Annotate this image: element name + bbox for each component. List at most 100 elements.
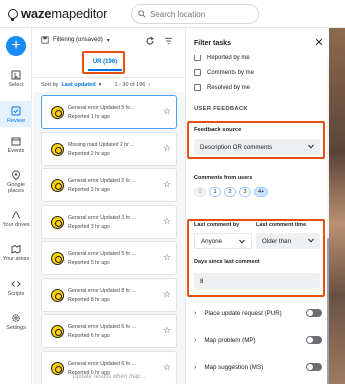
drawer-header: Filter tasks	[186, 28, 329, 58]
chip-4-plus[interactable]: 4+	[254, 187, 269, 197]
star-icon[interactable]: ☆	[163, 325, 171, 336]
pur-toggle[interactable]	[306, 309, 322, 317]
general-error-pin-icon	[51, 215, 64, 229]
update-results-note[interactable]: Update results when map...	[33, 374, 185, 380]
checkbox[interactable]	[194, 84, 201, 91]
chevron-down-icon	[308, 144, 314, 149]
star-icon[interactable]: ☆	[163, 106, 171, 117]
mp-toggle[interactable]	[306, 336, 322, 344]
ms-toggle[interactable]	[306, 363, 322, 371]
google-places-icon	[11, 170, 21, 180]
general-error-pin-icon	[51, 361, 64, 375]
checkbox-reported-by-me[interactable]: Reported by me	[194, 55, 250, 61]
close-icon[interactable]	[315, 38, 323, 46]
last-comment-by-label: Last comment by	[194, 222, 240, 228]
missing-road-pin-icon	[51, 142, 64, 156]
save-filter-icon	[41, 36, 49, 44]
rail-item-events[interactable]: Events	[0, 136, 32, 158]
review-icon	[11, 106, 21, 116]
star-icon[interactable]: ☆	[163, 143, 171, 154]
toggle-row-ms[interactable]: › Map suggestion (MS)	[194, 358, 326, 376]
star-icon[interactable]: ☆	[163, 289, 171, 300]
star-icon[interactable]: ☆	[163, 252, 171, 263]
comments-from-users-label: Comments from users	[194, 175, 253, 181]
toggle-row-mp[interactable]: › Map problem (MP)	[194, 331, 326, 349]
list-item[interactable]: General error Updated 5 hr... Reported 1…	[41, 95, 177, 129]
general-error-pin-icon	[51, 252, 64, 265]
checkbox[interactable]	[194, 69, 201, 76]
sort-prefix: Sort by	[41, 82, 59, 88]
section-user-feedback: USER FEEDBACK	[194, 106, 248, 112]
gear-icon	[12, 314, 20, 322]
list-item[interactable]: Missing road Updated 2 hr ... Reported 2…	[41, 131, 177, 166]
rail-item-google-places[interactable]: Google places	[0, 170, 32, 198]
chevron-down-icon	[239, 239, 245, 244]
waze-logo-icon	[8, 8, 18, 21]
list-item[interactable]: General error Updated 5 hr ... Reported …	[41, 241, 177, 275]
range-text: 1 - 30 of 196	[114, 82, 146, 88]
general-error-pin-icon	[51, 106, 64, 119]
chip-1[interactable]: 1	[209, 187, 221, 197]
search-placeholder: Search location	[150, 9, 206, 19]
feedback-source-select[interactable]: Description OR comments	[194, 139, 320, 155]
brand-text: wazemapeditor	[21, 6, 108, 21]
chip-0[interactable]: 0	[194, 187, 206, 197]
refresh-icon[interactable]	[145, 36, 155, 46]
star-icon[interactable]: ☆	[163, 216, 171, 227]
rail-item-settings[interactable]: Settings	[0, 313, 32, 335]
chevron-right-icon: ›	[194, 363, 197, 371]
panel-header: Filtering (unsaved) ▾ UR (196)	[33, 28, 185, 78]
rail-item-review[interactable]: Review	[0, 101, 32, 127]
star-icon[interactable]: ☆	[163, 179, 171, 190]
list-item[interactable]: General error Updated 3 hr ... Reported …	[41, 204, 177, 239]
general-error-pin-icon	[51, 288, 64, 302]
chip-2[interactable]: 2	[224, 187, 236, 197]
sort-bar: Sort by Last updated ▾ 1 - 30 of 196 ‹	[33, 78, 185, 92]
feedback-source-label: Feedback source	[194, 127, 242, 133]
search-icon	[138, 10, 146, 18]
drives-icon	[11, 211, 21, 219]
toggle-row-pur[interactable]: › Place update request (PUR)	[194, 304, 326, 322]
search-input[interactable]: Search location	[131, 4, 259, 24]
star-icon[interactable]: ☆	[163, 362, 171, 373]
list-item[interactable]: General error Updated 6 hr ... Reported …	[41, 314, 177, 348]
map-canvas[interactable]	[329, 28, 345, 384]
checkbox-comments-by-me[interactable]: Comments by me	[194, 69, 254, 76]
comment-count-chips: 0 1 2 3 4+	[194, 187, 269, 197]
cursor-icon	[11, 70, 21, 80]
chevron-right-icon: ›	[194, 336, 197, 344]
rail-item-your-areas[interactable]: Your areas	[0, 244, 32, 266]
sort-select[interactable]: Last updated	[61, 82, 95, 88]
list-item[interactable]: General error Updated 2 hr ... Reported …	[41, 168, 177, 202]
issue-list: General error Updated 5 hr... Reported 1…	[33, 92, 185, 384]
last-comment-time-label: Last comment time	[256, 222, 307, 228]
top-bar: wazemapeditor Search location	[0, 0, 345, 28]
general-error-pin-icon	[51, 179, 64, 192]
list-item[interactable]: General error Updated 8 hr ... Reported …	[41, 277, 177, 312]
drawer-title: Filter tasks	[194, 39, 231, 47]
checkbox[interactable]	[194, 55, 201, 61]
rail-item-select[interactable]: Select	[0, 68, 32, 90]
chevron-left-icon[interactable]: ‹	[148, 82, 150, 88]
chip-3[interactable]: 3	[239, 187, 251, 197]
filter-drawer: Filter tasks Reported by me Comments by …	[185, 28, 330, 384]
last-comment-by-select[interactable]: Anyone	[194, 233, 252, 249]
filter-icon[interactable]	[164, 37, 173, 45]
left-rail: + Select Review Events Google places You…	[0, 28, 32, 384]
checkbox-resolved-by-me[interactable]: Resolved by me	[194, 84, 250, 91]
chevron-down-icon: ▾	[106, 37, 110, 44]
rail-item-your-drives[interactable]: Your drives	[0, 210, 32, 232]
days-since-label: Days since last comment	[194, 259, 260, 265]
last-comment-time-select[interactable]: Older than	[256, 233, 320, 249]
rail-item-scripts[interactable]: Scripts	[0, 279, 32, 301]
chevron-down-icon	[308, 238, 314, 243]
days-since-input[interactable]: 8	[194, 273, 320, 289]
add-button[interactable]: +	[6, 36, 26, 56]
code-icon	[11, 281, 21, 287]
waze-logo[interactable]: wazemapeditor	[8, 6, 107, 21]
issues-panel: Filtering (unsaved) ▾ UR (196) Sort by L…	[33, 28, 185, 384]
tab-highlight	[82, 51, 125, 74]
sort-chevron-icon[interactable]: ▾	[99, 82, 102, 88]
filter-label: Filtering (unsaved)	[53, 37, 103, 43]
filter-dropdown[interactable]: Filtering (unsaved) ▾	[41, 36, 110, 44]
